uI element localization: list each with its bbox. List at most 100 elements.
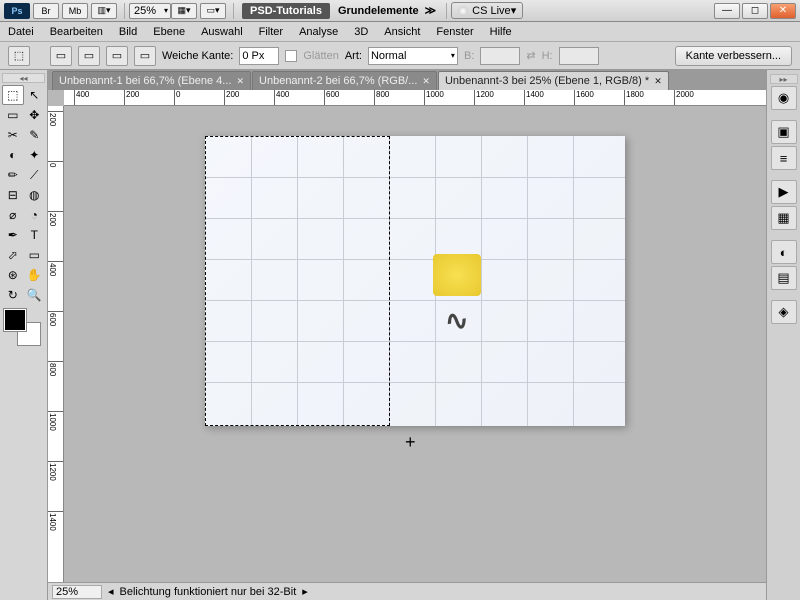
document-tabs: Unbenannt-1 bei 66,7% (Ebene 4...✕ Unben…	[48, 70, 766, 90]
height-input	[559, 47, 599, 65]
menu-ansicht[interactable]: Ansicht	[384, 26, 420, 38]
workspace-sub[interactable]: Grundelemente	[338, 5, 419, 17]
type-tool[interactable]: T	[24, 225, 46, 245]
arrange-button[interactable]: ▥▾	[91, 3, 117, 19]
status-message: Belichtung funktioniert nur bei 32-Bit	[120, 586, 297, 598]
feather-input[interactable]: 0 Px	[239, 47, 279, 65]
workspace-title[interactable]: PSD-Tutorials	[242, 3, 330, 19]
ruler-horizontal[interactable]: 4002000200400600800100012001400160018002…	[64, 90, 766, 106]
tab-doc3[interactable]: Unbenannt-3 bei 25% (Ebene 1, RGB/8) *✕	[438, 71, 669, 90]
actions-panel-icon[interactable]: ▶	[771, 180, 797, 204]
path-select-tool[interactable]: ⬀	[2, 245, 24, 265]
minimize-button[interactable]: —	[714, 3, 740, 19]
zoom-tool[interactable]: 🔍	[24, 285, 46, 305]
fg-color-swatch[interactable]	[4, 309, 26, 331]
close-button[interactable]: ✕	[770, 3, 796, 19]
style-label: Art:	[345, 50, 362, 62]
menu-filter[interactable]: Filter	[259, 26, 283, 38]
layers-panel-icon[interactable]: ◈	[771, 300, 797, 324]
pen-tool[interactable]: ✒	[2, 225, 24, 245]
antialias-label: Glätten	[303, 50, 338, 62]
close-icon[interactable]: ✕	[654, 76, 662, 87]
status-more-icon[interactable]: ▸	[302, 585, 308, 598]
sel-new-icon[interactable]: ▭	[50, 46, 72, 66]
style-select[interactable]: Normal	[368, 47, 458, 65]
stamp-tool[interactable]: ✏	[2, 165, 24, 185]
toolbox: ◂◂ ⬚↖ ▭✥ ✂✎ ◐✦ ✏⟋ ⊟◍ ⌀◔ ✒T ⬀▭ ⊛✋ ↻🔍	[0, 70, 48, 600]
menu-auswahl[interactable]: Auswahl	[201, 26, 243, 38]
brush-tool[interactable]: ✦	[24, 145, 46, 165]
maximize-button[interactable]: ◻	[742, 3, 768, 19]
bridge-button[interactable]: Br	[33, 3, 59, 19]
status-nav-icon[interactable]: ◂	[108, 585, 114, 598]
extras-button[interactable]: ▭▾	[200, 3, 226, 19]
menu-datei[interactable]: Datei	[8, 26, 34, 38]
heal-tool[interactable]: ◐	[2, 145, 24, 165]
panel-dock: ▸▸ ◉ ▣ ≡ ▶ ▦ ◐ ▤ ◈	[766, 70, 800, 600]
screen-mode-button[interactable]: ▦▾	[171, 3, 197, 19]
move-tool[interactable]: ↖	[24, 85, 45, 105]
styles-panel-icon[interactable]: ▦	[771, 206, 797, 230]
color-panel-icon[interactable]: ◉	[771, 86, 797, 110]
sel-sub-icon[interactable]: ▭	[106, 46, 128, 66]
workspace-more[interactable]: ≫	[425, 4, 437, 17]
sel-intersect-icon[interactable]: ▭	[134, 46, 156, 66]
zoom-dropdown[interactable]: 25%	[129, 3, 171, 19]
eraser-tool[interactable]: ⊟	[2, 185, 24, 205]
status-zoom[interactable]: 25%	[52, 585, 102, 599]
refine-edge-button[interactable]: Kante verbessern...	[675, 46, 792, 66]
color-swatches[interactable]	[4, 309, 44, 345]
channels-panel-icon[interactable]: ▤	[771, 266, 797, 290]
minibridge-button[interactable]: Mb	[62, 3, 88, 19]
menu-bearbeiten[interactable]: Bearbeiten	[50, 26, 103, 38]
ruler-vertical[interactable]: 2000200400600800100012001400	[48, 106, 64, 582]
swap-wh-icon: ⇄	[526, 49, 535, 62]
marquee-tool[interactable]: ⬚	[2, 85, 24, 105]
rotate-tool[interactable]: ↻	[2, 285, 24, 305]
ps-logo[interactable]: Ps	[4, 3, 30, 19]
gradient-tool[interactable]: ◍	[24, 185, 46, 205]
crosshair-cursor: +	[405, 432, 416, 453]
menu-fenster[interactable]: Fenster	[436, 26, 473, 38]
feather-label: Weiche Kante:	[162, 50, 233, 62]
canvas-area[interactable]: ∿ +	[64, 106, 766, 582]
tab-doc1[interactable]: Unbenannt-1 bei 66,7% (Ebene 4...✕	[52, 71, 251, 90]
options-bar: ⬚ ▭ ▭ ▭ ▭ Weiche Kante: 0 Px Glätten Art…	[0, 42, 800, 70]
tab-doc2[interactable]: Unbenannt-2 bei 66,7% (RGB/...✕	[252, 71, 437, 90]
blur-tool[interactable]: ⌀	[2, 205, 24, 225]
wand-tool[interactable]: ✥	[24, 105, 46, 125]
scribble-mark: ∿	[443, 303, 471, 339]
titlebar: Ps Br Mb ▥▾ 25% ▦▾ ▭▾ PSD-Tutorials Grun…	[0, 0, 800, 22]
sel-add-icon[interactable]: ▭	[78, 46, 100, 66]
marquee-tool-icon[interactable]: ⬚	[8, 46, 30, 66]
bw-panel-icon[interactable]: ◐	[771, 240, 797, 264]
panel-collapse[interactable]: ▸▸	[770, 74, 798, 84]
shape-tool[interactable]: ▭	[24, 245, 46, 265]
hand-tool[interactable]: ✋	[24, 265, 46, 285]
close-icon[interactable]: ✕	[422, 76, 430, 87]
dodge-tool[interactable]: ◔	[24, 205, 46, 225]
menu-analyse[interactable]: Analyse	[299, 26, 338, 38]
width-input	[480, 47, 520, 65]
masks-panel-icon[interactable]: ≡	[771, 146, 797, 170]
antialias-checkbox[interactable]	[285, 50, 297, 62]
document-canvas[interactable]: ∿ +	[205, 136, 625, 426]
menu-3d[interactable]: 3D	[354, 26, 368, 38]
eyedropper-tool[interactable]: ✎	[24, 125, 46, 145]
3d-tool[interactable]: ⊛	[2, 265, 24, 285]
menu-hilfe[interactable]: Hilfe	[490, 26, 512, 38]
menu-bild[interactable]: Bild	[119, 26, 137, 38]
lasso-tool[interactable]: ▭	[2, 105, 24, 125]
menubar: Datei Bearbeiten Bild Ebene Auswahl Filt…	[0, 22, 800, 42]
width-label: B:	[464, 50, 474, 62]
history-brush-tool[interactable]: ⟋	[24, 165, 46, 185]
yellow-puzzle-piece	[433, 254, 481, 296]
toolbox-collapse[interactable]: ◂◂	[2, 73, 45, 83]
adjustments-panel-icon[interactable]: ▣	[771, 120, 797, 144]
cslive-button[interactable]: CS Live ▾	[451, 2, 523, 19]
close-icon[interactable]: ✕	[236, 76, 244, 87]
menu-ebene[interactable]: Ebene	[153, 26, 185, 38]
crop-tool[interactable]: ✂	[2, 125, 24, 145]
marquee-selection	[205, 136, 390, 426]
height-label: H:	[542, 50, 553, 62]
